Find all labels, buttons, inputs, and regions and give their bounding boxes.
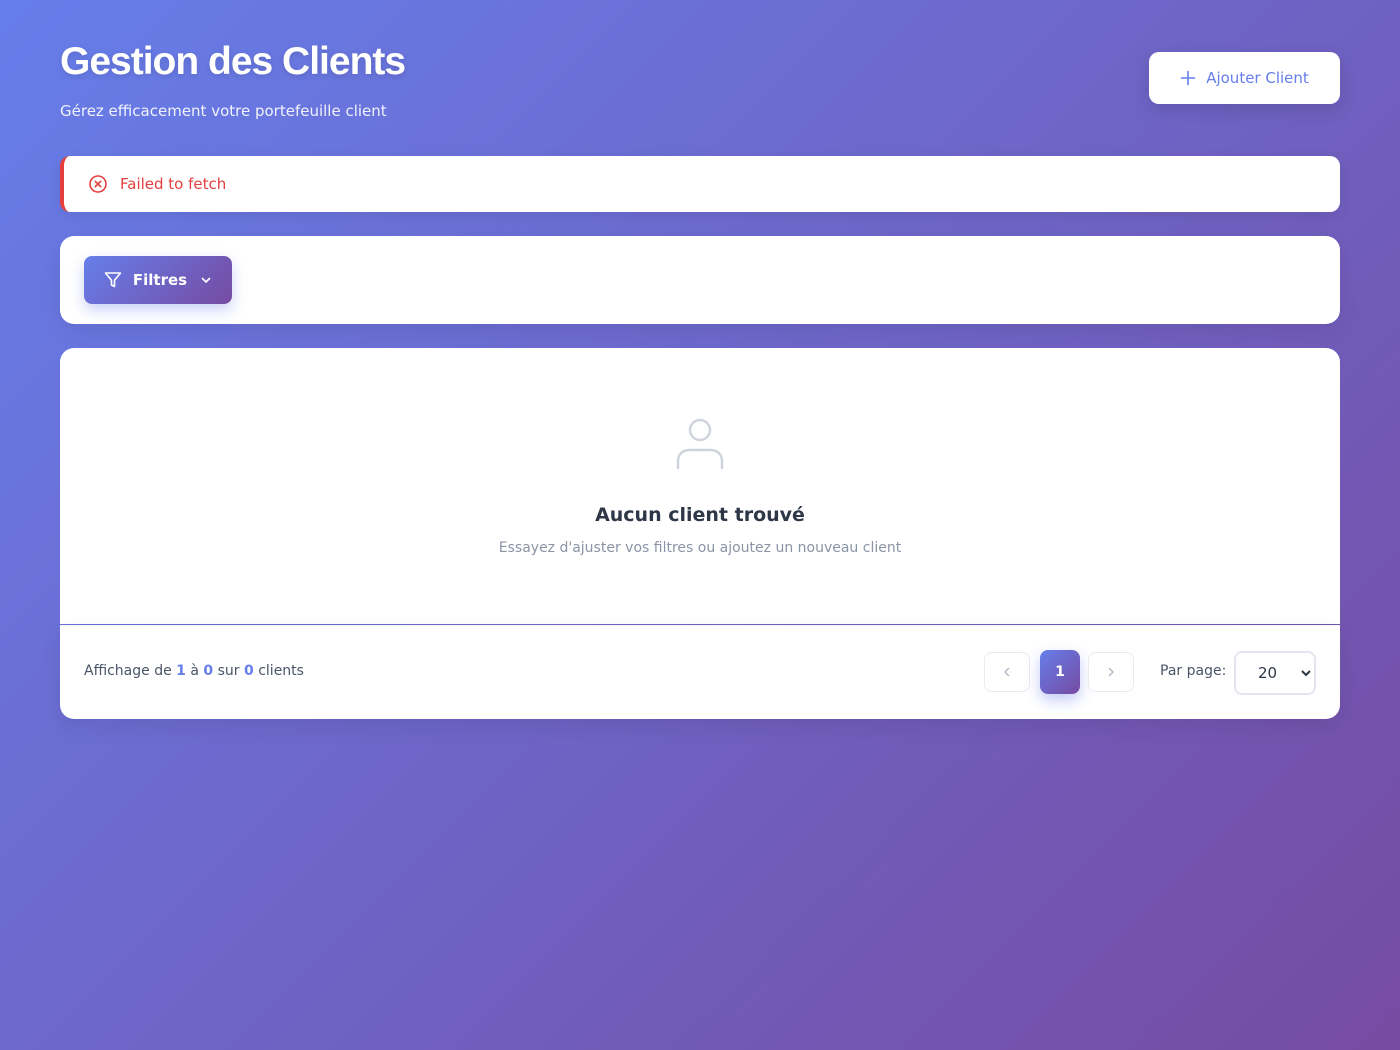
add-client-button[interactable]: Ajouter Client (1149, 52, 1340, 104)
add-client-label: Ajouter Client (1206, 69, 1309, 87)
empty-state-title: Aucun client trouvé (595, 504, 805, 526)
chevron-left-icon (1004, 667, 1010, 677)
summary-to-word: à (190, 663, 199, 679)
x-circle-icon (89, 175, 107, 193)
results-card: Aucun client trouvé Essayez d'ajuster vo… (60, 348, 1340, 624)
user-icon (676, 418, 724, 470)
plus-icon (1180, 70, 1196, 86)
header: Gestion des Clients Gérez efficacement v… (60, 0, 1340, 156)
page: Gestion des Clients Gérez efficacement v… (60, 0, 1340, 719)
chevron-right-icon (1108, 667, 1114, 677)
filters-card: Filtres (60, 236, 1340, 324)
summary-to: 0 (203, 663, 214, 679)
page-number-button[interactable]: 1 (1040, 650, 1080, 694)
filters-label: Filtres (132, 271, 188, 289)
summary-of-word: sur (217, 663, 240, 679)
error-message: Failed to fetch (120, 175, 227, 193)
per-page-label: Par page: (1160, 663, 1227, 679)
pagination-bar: Affichage de 1 à 0 sur 0 clients 1 Par p… (60, 625, 1340, 719)
page-subtitle: Gérez efficacement votre portefeuille cl… (60, 102, 387, 120)
summary-prefix: Affichage de (84, 663, 172, 679)
filters-button[interactable]: Filtres (84, 256, 232, 304)
chevron-down-icon (201, 277, 211, 283)
empty-state-subtitle: Essayez d'ajuster vos filtres ou ajoutez… (498, 540, 902, 556)
filter-icon (104, 272, 122, 288)
next-page-button[interactable] (1088, 652, 1134, 692)
summary-suffix: clients (258, 663, 304, 679)
pagination-summary: Affichage de 1 à 0 sur 0 clients (84, 663, 304, 679)
summary-from: 1 (176, 663, 186, 679)
page-title: Gestion des Clients (60, 40, 406, 83)
summary-total: 0 (244, 663, 254, 679)
prev-page-button[interactable] (984, 652, 1030, 692)
error-banner: Failed to fetch (60, 156, 1340, 212)
per-page-select[interactable]: 20 (1234, 651, 1316, 695)
